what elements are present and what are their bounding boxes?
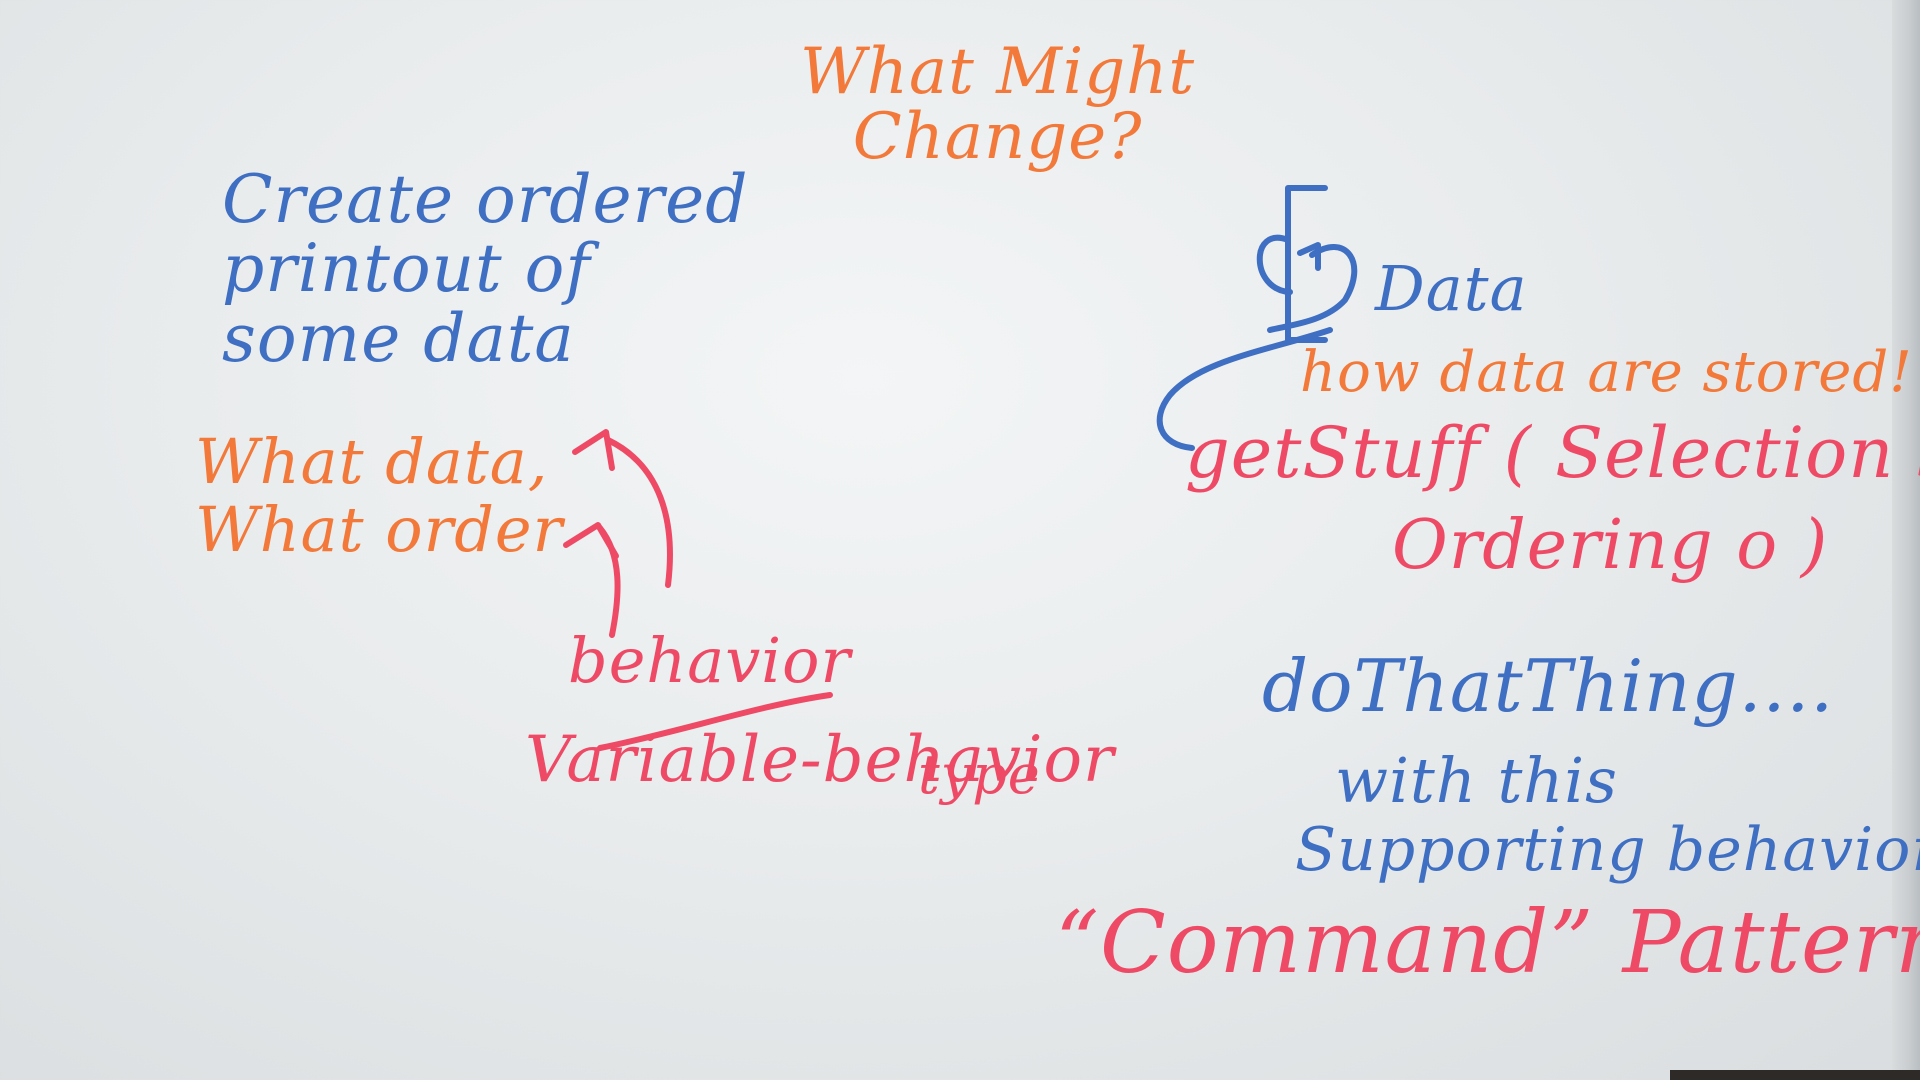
create-line-3: some data (222, 299, 575, 377)
arrow-to-what-order (563, 522, 621, 638)
marker-tray (1670, 1070, 1920, 1080)
type-word: type (918, 743, 1041, 806)
whiteboard: What Might Change? Create ordered printo… (0, 0, 1920, 1080)
arrow-to-what-data (572, 429, 673, 588)
how-data-are-stored-text: how data are stored! (1300, 340, 1913, 405)
command-pattern-text: “Command” Pattern (1055, 893, 1920, 993)
data-word: Data (1375, 252, 1528, 325)
heading-line-1: What Might (800, 35, 1196, 109)
ordering-parameter-text: Ordering o ) (1392, 506, 1829, 585)
what-data-what-order-text: What data, What order (195, 425, 564, 567)
what-line-1: What data, (195, 425, 549, 498)
do-that-thing-text: doThatThing.... (1262, 644, 1835, 728)
behavior-word: behavior (568, 624, 852, 697)
what-line-2: What order (195, 493, 564, 567)
create-ordered-printout-text: Create ordered printout of some data (222, 165, 748, 373)
supporting-behavior-text: Supporting behavior (1295, 815, 1920, 885)
heading-line-2: Change? (852, 100, 1143, 175)
data-bracket-hook (1256, 185, 1358, 343)
create-line-2: printout of (222, 230, 591, 308)
with-this-text: with this (1335, 744, 1618, 817)
create-line-1: Create ordered (222, 161, 749, 238)
get-stuff-signature-text: getStuff ( Selection s (1185, 412, 1920, 494)
heading-what-might-change: What Might Change? (800, 35, 1196, 175)
